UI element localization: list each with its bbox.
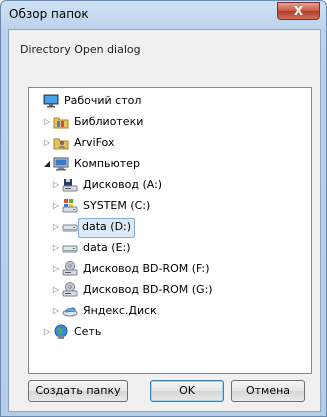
system-drive-icon <box>62 198 78 214</box>
tree-item-drive-f[interactable]: ▷ Дисковод BD-ROM (F:) <box>29 259 311 279</box>
cloud-drive-icon <box>62 303 78 319</box>
hard-drive-icon <box>62 240 78 256</box>
tree-item-label: SYSTEM (C:) <box>83 199 151 212</box>
tree-item-label: data (D:) <box>78 218 136 238</box>
tree-item-label: Библиотеки <box>74 115 144 128</box>
window-title: Обзор папок <box>9 7 89 21</box>
tree-item-computer[interactable]: ◢ Компьютер <box>29 154 311 174</box>
tree-item-label: Дисковод BD-ROM (G:) <box>83 283 213 296</box>
expand-arrow-icon[interactable]: ▷ <box>51 280 61 300</box>
tree-item-drive-c[interactable]: ▷ SYSTEM (C:) <box>29 196 311 216</box>
dialog-description: Directory Open dialog <box>20 43 141 56</box>
tree-item-label: Дисковод BD-ROM (F:) <box>83 262 210 275</box>
hard-drive-icon <box>62 219 78 235</box>
expand-arrow-icon[interactable]: ▷ <box>51 301 61 321</box>
tree-item-label: ArviFox <box>74 136 115 149</box>
expand-arrow-icon[interactable]: ▷ <box>42 133 52 153</box>
desktop-icon <box>43 93 59 109</box>
dialog-window: Обзор папок X Directory Open dialog Рабо… <box>0 0 327 417</box>
new-folder-button[interactable]: Создать папку <box>28 380 128 402</box>
expand-arrow-icon[interactable]: ▷ <box>42 112 52 132</box>
close-button[interactable]: X <box>277 2 320 20</box>
optical-drive-icon <box>62 261 78 277</box>
tree-item-drive-d[interactable]: ▷ data (D:) <box>29 217 311 238</box>
tree-item-drive-e[interactable]: ▷ data (E:) <box>29 238 311 258</box>
tree-item-label: Компьютер <box>74 157 140 170</box>
tree-item-libraries[interactable]: ▷ Библиотеки <box>29 112 311 132</box>
expand-arrow-icon[interactable]: ▷ <box>42 322 52 342</box>
tree-item-label: Рабочий стол <box>64 94 142 107</box>
tree-item-network[interactable]: ▷ Сеть <box>29 322 311 342</box>
close-icon: X <box>293 4 304 18</box>
optical-drive-icon <box>62 282 78 298</box>
libraries-icon <box>53 114 69 130</box>
folder-tree[interactable]: Рабочий стол ▷ Библиотеки ▷ ArviFox ◢ Ко… <box>28 87 312 374</box>
expand-arrow-icon[interactable]: ▷ <box>51 238 61 258</box>
title-bar[interactable]: Обзор папок X <box>1 1 326 29</box>
floppy-drive-icon <box>62 177 78 193</box>
tree-item-yandex-disk[interactable]: ▷ Яндекс.Диск <box>29 301 311 321</box>
collapse-arrow-icon[interactable]: ◢ <box>42 154 52 174</box>
tree-item-user-folder[interactable]: ▷ ArviFox <box>29 133 311 153</box>
computer-icon <box>53 156 69 172</box>
ok-button[interactable]: OK <box>150 380 224 402</box>
expand-arrow-icon[interactable]: ▷ <box>51 196 61 216</box>
dialog-body: Directory Open dialog Рабочий стол ▷ Биб… <box>8 29 321 412</box>
user-folder-icon <box>53 135 69 151</box>
tree-item-label: Яндекс.Диск <box>83 304 157 317</box>
expand-arrow-icon[interactable]: ▷ <box>51 175 61 195</box>
expand-arrow-icon[interactable]: ▷ <box>51 259 61 279</box>
tree-item-label: Сеть <box>74 325 102 338</box>
tree-item-label: Дисковод (A:) <box>83 178 163 191</box>
tree-item-desktop[interactable]: Рабочий стол <box>29 91 311 111</box>
tree-item-label: data (E:) <box>83 241 131 254</box>
cancel-button[interactable]: Отмена <box>231 380 305 402</box>
tree-item-drive-a[interactable]: ▷ Дисковод (A:) <box>29 175 311 195</box>
tree-item-drive-g[interactable]: ▷ Дисковод BD-ROM (G:) <box>29 280 311 300</box>
expand-arrow-icon[interactable]: ▷ <box>51 217 61 237</box>
network-icon <box>53 324 69 340</box>
